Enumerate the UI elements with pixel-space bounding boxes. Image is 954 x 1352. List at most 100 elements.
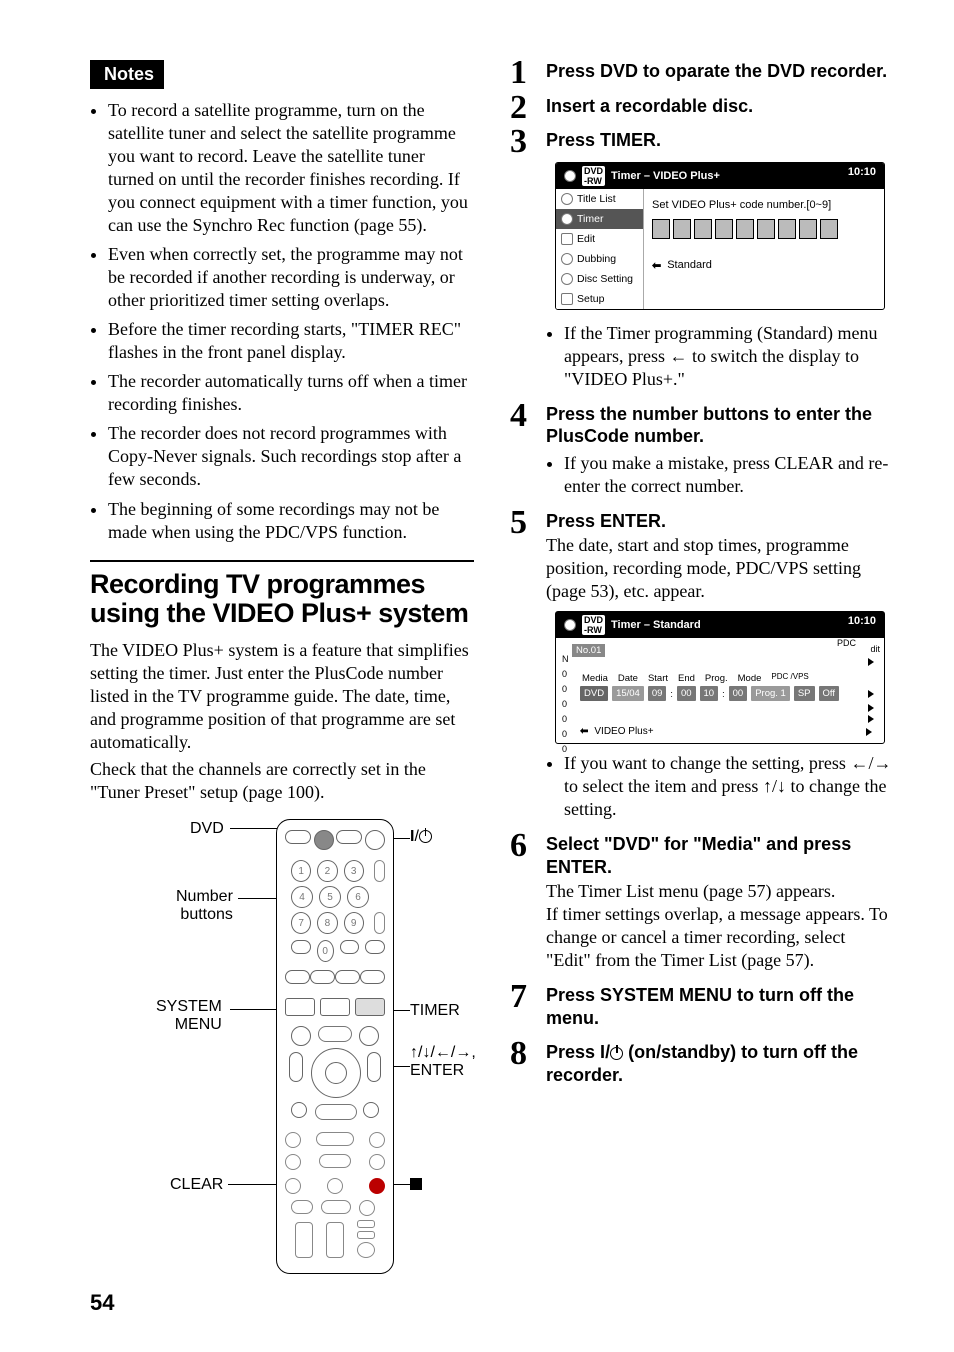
osd-message: Set VIDEO Plus+ code number.[0~9]: [652, 199, 876, 211]
leader-line: [230, 828, 280, 829]
osd-return: ⬅Standard: [652, 259, 876, 272]
cell-mode: SP: [794, 686, 815, 701]
osd-side-item: Disc Setting: [556, 269, 643, 289]
label-clear: CLEAR: [170, 1176, 223, 1194]
step-sub-list: If you want to change the setting, press…: [546, 752, 894, 821]
osd-clock: 10:10: [848, 166, 876, 186]
cell-media: DVD: [580, 686, 608, 701]
titlelist-icon: [561, 193, 573, 205]
note-item: Before the timer recording starts, "TIME…: [108, 318, 474, 364]
step-sub-item: If you want to change the setting, press…: [564, 752, 894, 821]
note-item: The recorder automatically turns off whe…: [108, 370, 474, 416]
osd-side-item: Dubbing: [556, 249, 643, 269]
power-icon: [610, 1047, 623, 1060]
remote-body: 123 456 789 0: [276, 819, 394, 1274]
step-body: The date, start and stop times, programm…: [546, 534, 894, 603]
cell-prog: Prog. 1: [751, 686, 790, 701]
right-arrow-icon: [868, 715, 874, 723]
step-sub-list: If the Timer programming (Standard) menu…: [546, 322, 894, 391]
osd-side-item: Setup: [556, 289, 643, 309]
step-heading: Press TIMER.: [546, 129, 894, 152]
right-arrow-icon: [868, 658, 874, 666]
step-heading: Press DVD to oparate the DVD recorder.: [546, 60, 894, 83]
label-timer: TIMER: [410, 1002, 460, 1020]
step: Press the number buttons to enter the Pl…: [510, 403, 894, 498]
step-heading: Press the number buttons to enter the Pl…: [546, 403, 894, 448]
left-arrow-icon: ⬅: [580, 726, 588, 737]
power-icon: [419, 830, 432, 843]
section-rule: [90, 560, 474, 562]
body-paragraph: Check that the channels are correctly se…: [90, 758, 474, 804]
osd-return: ⬅VIDEO Plus+: [562, 726, 878, 737]
body-paragraph: The VIDEO Plus+ system is a feature that…: [90, 639, 474, 754]
osd-side-item: Title List: [556, 189, 643, 209]
label-power: I/: [410, 828, 432, 846]
leader-line: [230, 1009, 278, 1010]
step: Press TIMER. DVD-RW Timer – VIDEO Plus+ …: [510, 129, 894, 391]
osd-side-item: Timer: [556, 209, 643, 229]
step: Press DVD to oparate the DVD recorder.: [510, 60, 894, 83]
step: Press ENTER. The date, start and stop ti…: [510, 510, 894, 822]
section-title: Recording TV programmes using the VIDEO …: [90, 570, 474, 629]
label-dvd: DVD: [190, 820, 224, 838]
dvd-rw-icon: DVD-RW: [582, 166, 605, 186]
step-heading: Press SYSTEM MENU to turn off the menu.: [546, 984, 894, 1029]
osd-side-item: Edit: [556, 229, 643, 249]
step-sub-list: If you make a mistake, press CLEAR and r…: [546, 452, 894, 498]
step-sub-item: If you make a mistake, press CLEAR and r…: [564, 452, 894, 498]
step: Insert a recordable disc.: [510, 95, 894, 118]
step-heading: Select "DVD" for "Media" and press ENTER…: [546, 833, 894, 878]
cell-date: 15/04: [612, 686, 644, 701]
cell-end-h: 10: [700, 686, 719, 701]
right-arrow-icon: [866, 728, 872, 736]
note-item: To record a satellite programme, turn on…: [108, 99, 474, 237]
page-number: 54: [90, 1290, 114, 1316]
row-index-col: N 0 0 0 0 0 0: [562, 652, 569, 757]
setup-icon: [561, 293, 573, 305]
osd-clock: 10:10: [848, 615, 876, 635]
label-stop: [410, 1176, 422, 1194]
step: Press SYSTEM MENU to turn off the menu.: [510, 984, 894, 1029]
disc-icon: [564, 170, 576, 182]
cell-end-m: 00: [729, 686, 748, 701]
osd-data-row: DVD 15/04 09:00 10:00 Prog. 1 SP Off: [574, 686, 878, 701]
dubbing-icon: [561, 253, 573, 265]
dvd-rw-icon: DVD-RW: [582, 615, 605, 635]
edit-icon: [561, 233, 573, 245]
leader-line: [228, 1184, 280, 1185]
step-heading: Press I/ (on/standby) to turn off the re…: [546, 1041, 894, 1086]
code-boxes: [652, 219, 876, 239]
cell-start-m: 00: [677, 686, 696, 701]
disc-icon: [564, 619, 576, 631]
step-body: The Timer List menu (page 57) appears. I…: [546, 880, 894, 972]
osd-video-plus: DVD-RW Timer – VIDEO Plus+ 10:10 Title L…: [555, 162, 885, 310]
osd-standard: DVD-RW Timer – Standard 10:10 PDC dit N …: [555, 611, 885, 744]
notes-badge: Notes: [90, 60, 164, 89]
label-arrows-enter: ↑/↓/←/→, ENTER: [410, 1044, 476, 1080]
note-item: Even when correctly set, the programme m…: [108, 243, 474, 312]
step: Press I/ (on/standby) to turn off the re…: [510, 1041, 894, 1086]
cell-start-h: 09: [648, 686, 667, 701]
dit-label: dit: [870, 644, 880, 654]
steps-list: Press DVD to oparate the DVD recorder. I…: [510, 60, 894, 1086]
note-item: The recorder does not record programmes …: [108, 422, 474, 491]
stop-icon: [410, 1178, 422, 1190]
note-item: The beginning of some recordings may not…: [108, 498, 474, 544]
osd-title: Timer – Standard: [611, 619, 701, 631]
osd-title: Timer – VIDEO Plus+: [611, 170, 720, 182]
osd-headers: Media Date Start End Prog. Mode PDC /VPS: [562, 669, 878, 686]
right-arrow-icon: [868, 704, 874, 712]
timer-icon: [561, 213, 573, 225]
right-arrow-icon: [868, 690, 874, 698]
osd-sidebar: Title List Timer Edit Dubbing Disc Setti…: [556, 189, 644, 309]
label-number-buttons: Number buttons: [176, 888, 233, 924]
leader-line: [238, 898, 278, 899]
left-column: Notes To record a satellite programme, t…: [90, 60, 474, 1294]
step: Select "DVD" for "Media" and press ENTER…: [510, 833, 894, 972]
pdc-label: PDC: [837, 638, 856, 648]
label-system-menu: SYSTEM MENU: [156, 998, 222, 1034]
left-arrow-icon: ⬅: [652, 259, 661, 272]
osd-no-badge: No.01: [572, 644, 605, 657]
step-heading: Press ENTER.: [546, 510, 894, 533]
right-column: Press DVD to oparate the DVD recorder. I…: [510, 60, 894, 1294]
